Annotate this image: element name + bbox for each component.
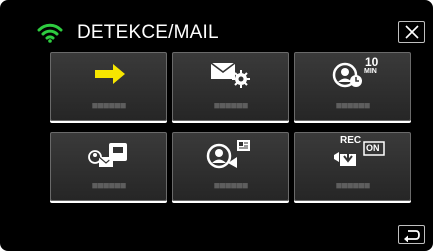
menu-tile-interval[interactable]: 10 MIN ■■■■■■ bbox=[294, 52, 411, 121]
tile-label: ■■■■■■ bbox=[213, 180, 249, 192]
face-detect-icon bbox=[206, 140, 250, 169]
page-title: DETEKCE/MAIL bbox=[77, 22, 219, 43]
menu-grid: ■■■■■■ ■■■■■■ 10 MIN ■■■■■■ ■■■■■■ ■■■■■… bbox=[50, 52, 411, 202]
return-icon bbox=[404, 230, 420, 242]
person-timer-10min-icon bbox=[332, 62, 362, 88]
menu-tile-face-detect[interactable]: ■■■■■■ bbox=[172, 132, 289, 201]
tile-label: ■■■■■■ bbox=[213, 100, 249, 112]
mail-settings-icon bbox=[210, 62, 250, 88]
menu-tile-mail-settings[interactable]: ■■■■■■ bbox=[172, 52, 289, 121]
mail-to-device-icon bbox=[88, 143, 127, 167]
rec-badge: REC bbox=[340, 135, 362, 146]
tile-label: ■■■■■■ bbox=[91, 100, 127, 112]
close-icon bbox=[405, 25, 419, 39]
tile-label: ■■■■■■ bbox=[335, 180, 371, 192]
menu-tile-next[interactable]: ■■■■■■ bbox=[50, 52, 167, 121]
wifi-icon bbox=[37, 23, 63, 43]
header: DETEKCE/MAIL bbox=[0, 0, 433, 44]
camera-screen: DETEKCE/MAIL ■■■■■■ ■■■■■■ 10 MIN ■■■■■■… bbox=[0, 0, 433, 251]
on-badge: ON bbox=[366, 143, 380, 153]
tile-label: ■■■■■■ bbox=[91, 180, 127, 192]
tile-label: ■■■■■■ bbox=[335, 100, 371, 112]
menu-tile-rec-on[interactable]: REC ON ■■■■■■ bbox=[294, 132, 411, 201]
timer-badge: 10 bbox=[365, 55, 379, 69]
timer-unit: MIN bbox=[364, 68, 377, 75]
arrow-right-icon bbox=[95, 64, 125, 84]
back-button[interactable] bbox=[398, 225, 425, 244]
menu-tile-mail-recipient[interactable]: ■■■■■■ bbox=[50, 132, 167, 201]
close-button[interactable] bbox=[398, 21, 425, 43]
